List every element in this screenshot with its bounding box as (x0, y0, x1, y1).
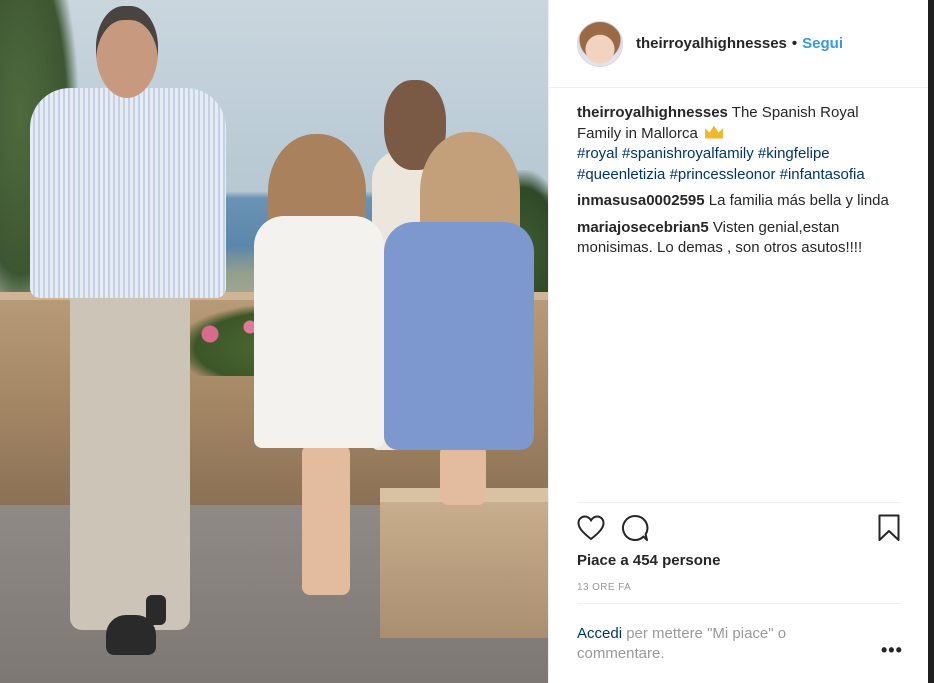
photo-figure (440, 445, 486, 505)
photo-figure (30, 88, 226, 298)
photo-figure (106, 615, 156, 655)
photo-figure (70, 285, 190, 630)
photo-figure (96, 6, 158, 98)
window-edge (928, 0, 934, 683)
comment-item: mariajosecebrian5 Visten genial,estan mo… (577, 218, 897, 259)
caption-hashtags[interactable]: #royal #spanishroyalfamily #kingfelipe #… (577, 145, 865, 183)
username-link[interactable]: theirroyalhighnesses (636, 35, 787, 52)
comments-list: theirroyalhighnesses The Spanish Royal F… (577, 103, 897, 265)
heart-icon[interactable] (575, 512, 607, 544)
photo-figure (384, 222, 534, 450)
photo-stone-step (380, 488, 548, 638)
divider (577, 502, 901, 503)
comment-username[interactable]: inmasusa0002595 (577, 192, 705, 209)
comment-username[interactable]: mariajosecebrian5 (577, 219, 709, 236)
comment-item: inmasusa0002595 La familia más bella y l… (577, 191, 897, 212)
more-options-icon[interactable]: ••• (881, 640, 903, 661)
post-header: theirroyalhighnesses • Segui (549, 0, 929, 88)
post-header-text: theirroyalhighnesses • Segui (636, 35, 843, 52)
caption-username[interactable]: theirroyalhighnesses (577, 104, 728, 121)
likes-count[interactable]: Piace a 454 persone (577, 552, 720, 569)
login-prompt: Accedi per mettere "Mi piace" o commenta… (577, 624, 847, 664)
photo-figure (302, 445, 350, 595)
divider (577, 603, 901, 604)
post-sidebar: theirroyalhighnesses • Segui theirroyalh… (548, 0, 929, 683)
separator-dot: • (791, 35, 798, 52)
post-actions (575, 512, 905, 544)
login-link[interactable]: Accedi (577, 625, 622, 642)
caption: theirroyalhighnesses The Spanish Royal F… (577, 103, 897, 185)
timestamp[interactable]: 13 ORE FA (577, 582, 631, 593)
follow-button[interactable]: Segui (802, 35, 843, 52)
crown-emoji-icon (705, 125, 724, 139)
comment-text: La familia más bella y linda (708, 192, 889, 209)
comment-icon[interactable] (619, 512, 651, 544)
avatar[interactable] (577, 20, 623, 67)
post-photo[interactable] (0, 0, 548, 683)
bookmark-icon[interactable] (873, 512, 905, 544)
photo-figure (254, 216, 384, 448)
